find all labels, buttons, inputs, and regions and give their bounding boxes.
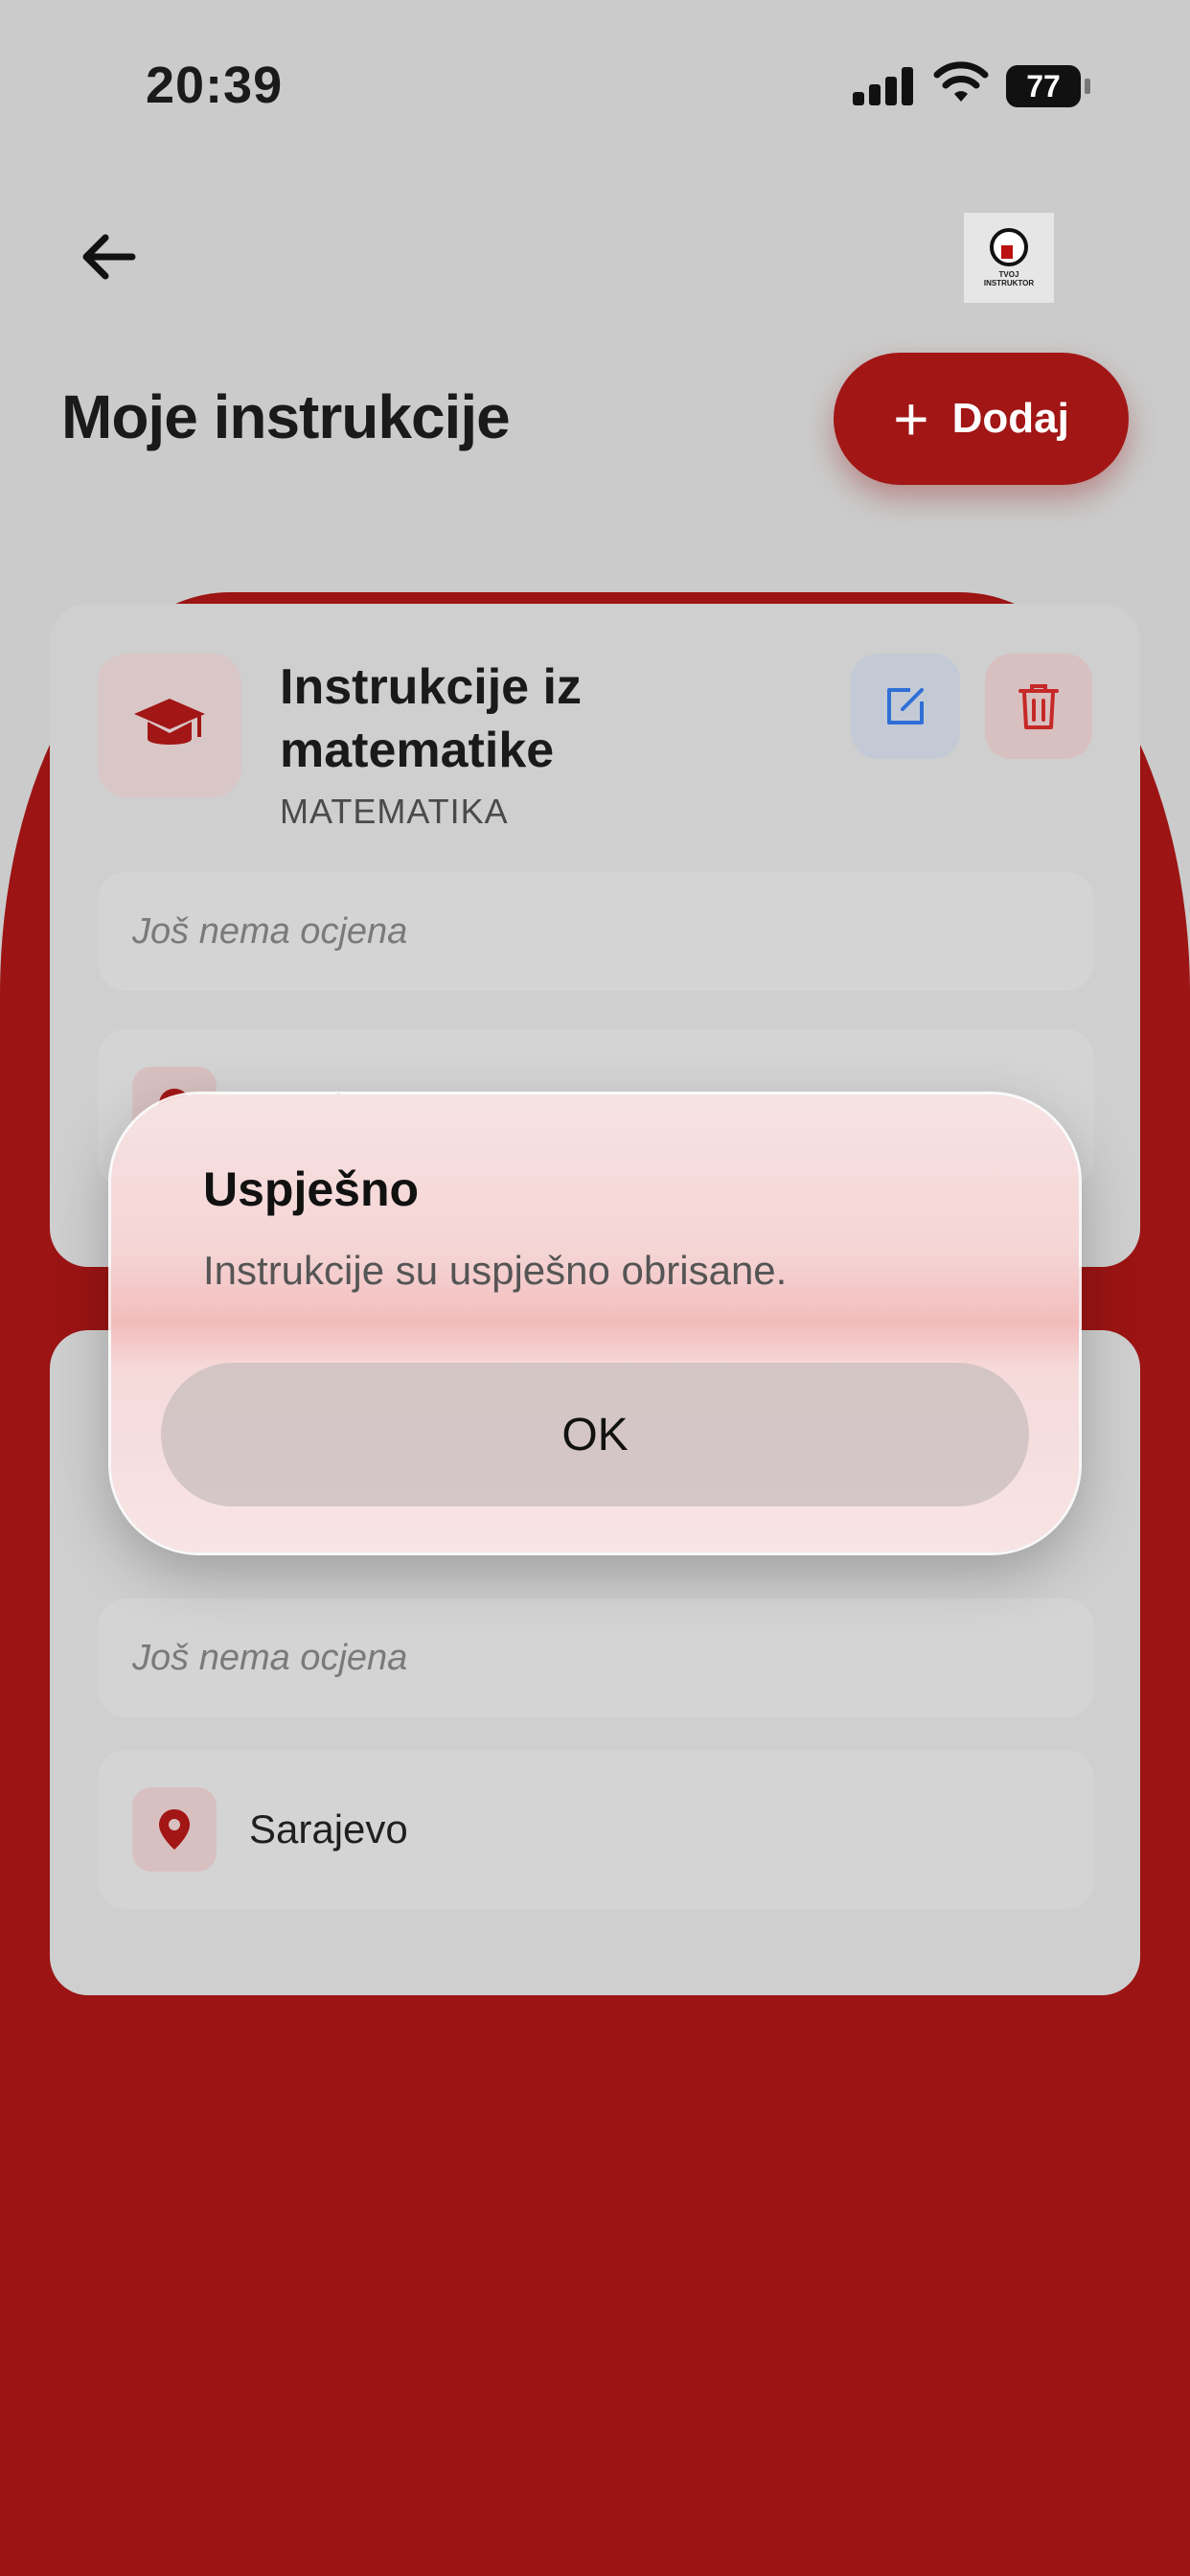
graduation-cap-icon	[98, 654, 241, 797]
rating-box: Još nema ocjena	[98, 1598, 1094, 1717]
edit-icon	[887, 688, 924, 724]
edit-button[interactable]	[851, 654, 960, 759]
card-title: Instrukcije iz matematike	[280, 659, 582, 778]
logo-text: TVOJ INSTRUKTOR	[983, 270, 1035, 288]
app-logo: TVOJ INSTRUKTOR	[964, 213, 1054, 303]
delete-button[interactable]	[985, 654, 1092, 759]
location-pin-icon	[132, 1787, 217, 1872]
logo-mark-icon	[990, 228, 1028, 266]
card-subject: MATEMATIKA	[280, 792, 509, 831]
page-title: Moje instrukcije	[61, 382, 511, 451]
dialog-message: Instrukcije su uspješno obrisane.	[203, 1248, 788, 1293]
rating-box: Još nema ocjena	[98, 872, 1094, 991]
back-arrow-icon[interactable]	[75, 222, 144, 291]
location-city: Sarajevo	[249, 1806, 408, 1852]
ok-button[interactable]: OK	[161, 1363, 1029, 1506]
cellular-signal-icon	[853, 67, 914, 105]
add-button[interactable]: + Dodaj	[834, 353, 1129, 485]
success-alert-dialog: Uspješno Instrukcije su uspješno obrisan…	[111, 1094, 1079, 1552]
add-button-label: Dodaj	[951, 395, 1069, 442]
battery-level: 77	[1026, 68, 1061, 104]
location-box: Sarajevo	[98, 1750, 1094, 1909]
dialog-title: Uspješno	[203, 1162, 420, 1216]
status-time: 20:39	[146, 57, 284, 114]
trash-icon	[1018, 684, 1059, 729]
plus-icon: +	[893, 384, 929, 453]
battery-icon: 77	[1006, 65, 1090, 107]
wifi-icon	[933, 61, 989, 102]
